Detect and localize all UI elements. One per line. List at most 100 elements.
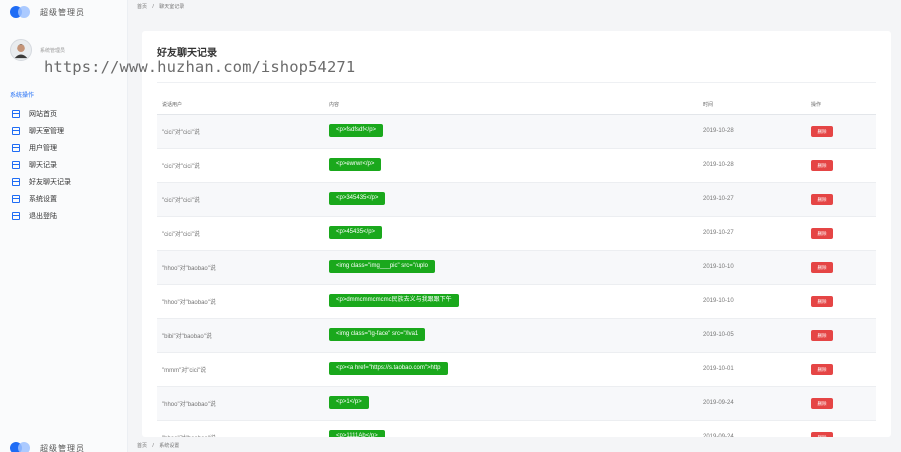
brand-logo-icon: [10, 6, 32, 18]
breadcrumb-current: 聊天室记录: [159, 4, 185, 10]
content-badge: <p><a href="https://s.taobao.com">http: [329, 361, 448, 375]
table-row: "cici"对"cici"说 <p>45435</p> 2019-10-27 删除: [157, 216, 876, 251]
breadcrumb-home[interactable]: 首页: [137, 443, 147, 449]
speaker-cell: "cici"对"cici"说: [157, 216, 323, 251]
speaker-cell: "bibi"对"baobao"说: [157, 318, 323, 353]
content-cell: <p>1</p>: [323, 386, 698, 421]
content-cell: <img class="lg-face" src="/lva1: [323, 318, 698, 353]
header-content: 内容: [323, 95, 698, 115]
header-ops: 操作: [806, 95, 876, 115]
sidebar-item[interactable]: 聊天记录: [0, 156, 127, 173]
content-cell: <p>ewrwr</p>: [323, 148, 698, 183]
content-badge: <p>1</p>: [329, 395, 369, 409]
sidebar-item[interactable]: 网站首页: [0, 105, 127, 122]
table-row: "cici"对"cici"说 <p>ewrwr</p> 2019-10-28 删除: [157, 148, 876, 183]
ops-cell: 删除: [806, 114, 876, 149]
delete-button[interactable]: 删除: [811, 295, 833, 307]
time-cell: 2019-10-10: [698, 284, 806, 319]
speaker-cell: "cici"对"cici"说: [157, 148, 323, 183]
sidebar-item[interactable]: 聊天室管理: [0, 122, 127, 139]
brand-bottom[interactable]: 超级管理员: [10, 442, 85, 452]
brand[interactable]: 超级管理员: [0, 0, 127, 24]
content-cell: <p>45435</p>: [323, 216, 698, 251]
time-cell: 2019-10-28: [698, 148, 806, 183]
sidebar-item-label: 用户管理: [29, 144, 57, 152]
sidebar-item-label: 好友聊天记录: [29, 178, 71, 186]
breadcrumb-home[interactable]: 首页: [137, 4, 147, 10]
content-cell: <p><a href="https://s.taobao.com">http: [323, 352, 698, 387]
content-cell: <p>fsdfsdf</p>: [323, 114, 698, 149]
delete-button[interactable]: 删除: [811, 261, 833, 273]
table-row: "hhoo"对"baobao"说 <p>1</p> 2019-09-24 删除: [157, 386, 876, 421]
ops-cell: 删除: [806, 284, 876, 319]
sidebar-item[interactable]: 退出登陆: [0, 207, 127, 224]
content-cell: <img class="img___pic" src="/uplo: [323, 250, 698, 285]
time-cell: 2019-10-27: [698, 182, 806, 217]
brand-name: 超级管理员: [40, 443, 85, 452]
ops-cell: 删除: [806, 318, 876, 353]
ops-cell: 删除: [806, 250, 876, 285]
speaker-cell: "hhoo"对"baobao"说: [157, 250, 323, 285]
delete-button[interactable]: 删除: [811, 397, 833, 409]
sidebar-item-label: 系统设置: [29, 195, 57, 203]
delete-button[interactable]: 删除: [811, 329, 833, 341]
page-title: 好友聊天记录: [157, 48, 217, 59]
chat-record-table: 说话用户 内容 时间 操作 "cici"对"cici"说 <p>fsdfsdf</…: [157, 95, 876, 437]
content-cell: <p>1111Ab</p>: [323, 420, 698, 437]
time-cell: 2019-09-24: [698, 386, 806, 421]
table-row: "bibi"对"baobao"说 <img class="lg-face" src…: [157, 318, 876, 353]
user-role: 系统管理员: [40, 47, 66, 54]
sidebar-item[interactable]: 系统设置: [0, 190, 127, 207]
speaker-cell: "hhoo"对"baobao"说: [157, 386, 323, 421]
delete-button[interactable]: 删除: [811, 363, 833, 375]
delete-button[interactable]: 删除: [811, 193, 833, 205]
speaker-cell: "hhoo"对"baobao"说: [157, 284, 323, 319]
brand-logo-icon: [10, 442, 32, 452]
sidebar-item-label: 聊天室管理: [29, 127, 64, 135]
breadcrumb-current: 系统设置: [159, 443, 180, 449]
sidebar-item[interactable]: 好友聊天记录: [0, 173, 127, 190]
window-icon: [12, 126, 20, 135]
breadcrumb-separator: /: [152, 443, 154, 449]
content-badge: <p>fsdfsdf</p>: [329, 123, 384, 137]
avatar[interactable]: [10, 39, 32, 61]
content-badge: <p>dmmcmmcmcmc民族去义与我跟跟下午: [329, 293, 459, 307]
ops-cell: 删除: [806, 216, 876, 251]
sidebar-item-label: 网站首页: [29, 110, 57, 118]
sidebar-item[interactable]: 用户管理: [0, 139, 127, 156]
table-row: "hhoo"对"baobao"说 <img class="img___pic" s…: [157, 250, 876, 285]
table-header-row: 说话用户 内容 时间 操作: [157, 95, 876, 115]
time-cell: 2019-09-24: [698, 420, 806, 437]
table-row: "hhoo"对"baobao"说 <p>1111Ab</p> 2019-09-24 删…: [157, 420, 876, 437]
sidebar-item-label: 退出登陆: [29, 212, 57, 220]
speaker-cell: "cici"对"cici"说: [157, 114, 323, 149]
breadcrumb-bottom: 首页 / 系统设置: [137, 442, 183, 449]
delete-button[interactable]: 删除: [811, 125, 833, 137]
delete-button[interactable]: 删除: [811, 159, 833, 171]
content-badge: <img class="lg-face" src="/lva1: [329, 327, 426, 341]
ops-cell: 删除: [806, 386, 876, 421]
content-badge: <p>345435</p>: [329, 191, 386, 205]
time-cell: 2019-10-05: [698, 318, 806, 353]
ops-cell: 删除: [806, 182, 876, 217]
user-panel: 系统管理员: [0, 24, 127, 68]
window-icon: [12, 143, 20, 152]
brand-name: 超级管理员: [40, 7, 85, 17]
nav-heading: 系统操作: [10, 93, 35, 99]
header-speaker: 说话用户: [157, 95, 323, 115]
sidebar-nav: 网站首页聊天室管理用户管理聊天记录好友聊天记录 系统设置退出登陆: [0, 105, 127, 224]
speaker-cell: "hhoo"对"baobao"说: [157, 420, 323, 437]
table-row: "cici"对"cici"说 <p>345435</p> 2019-10-27 删除: [157, 182, 876, 217]
title-divider: [157, 82, 876, 83]
ops-cell: 删除: [806, 420, 876, 437]
delete-button[interactable]: 删除: [811, 227, 833, 239]
window-icon: [12, 177, 20, 186]
content-badge: <p>1111Ab</p>: [329, 429, 385, 437]
window-icon: [12, 160, 20, 169]
content-badge: <p>45435</p>: [329, 225, 383, 239]
table-row: "hhoo"对"baobao"说 <p>dmmcmmcmcmc民族去义与我跟跟下午…: [157, 284, 876, 319]
header-time: 时间: [698, 95, 806, 115]
delete-button[interactable]: 删除: [811, 431, 833, 437]
window-icon: [12, 109, 20, 118]
table-row: "mmm"对"cici"说 <p><a href="https://s.taoba…: [157, 352, 876, 387]
